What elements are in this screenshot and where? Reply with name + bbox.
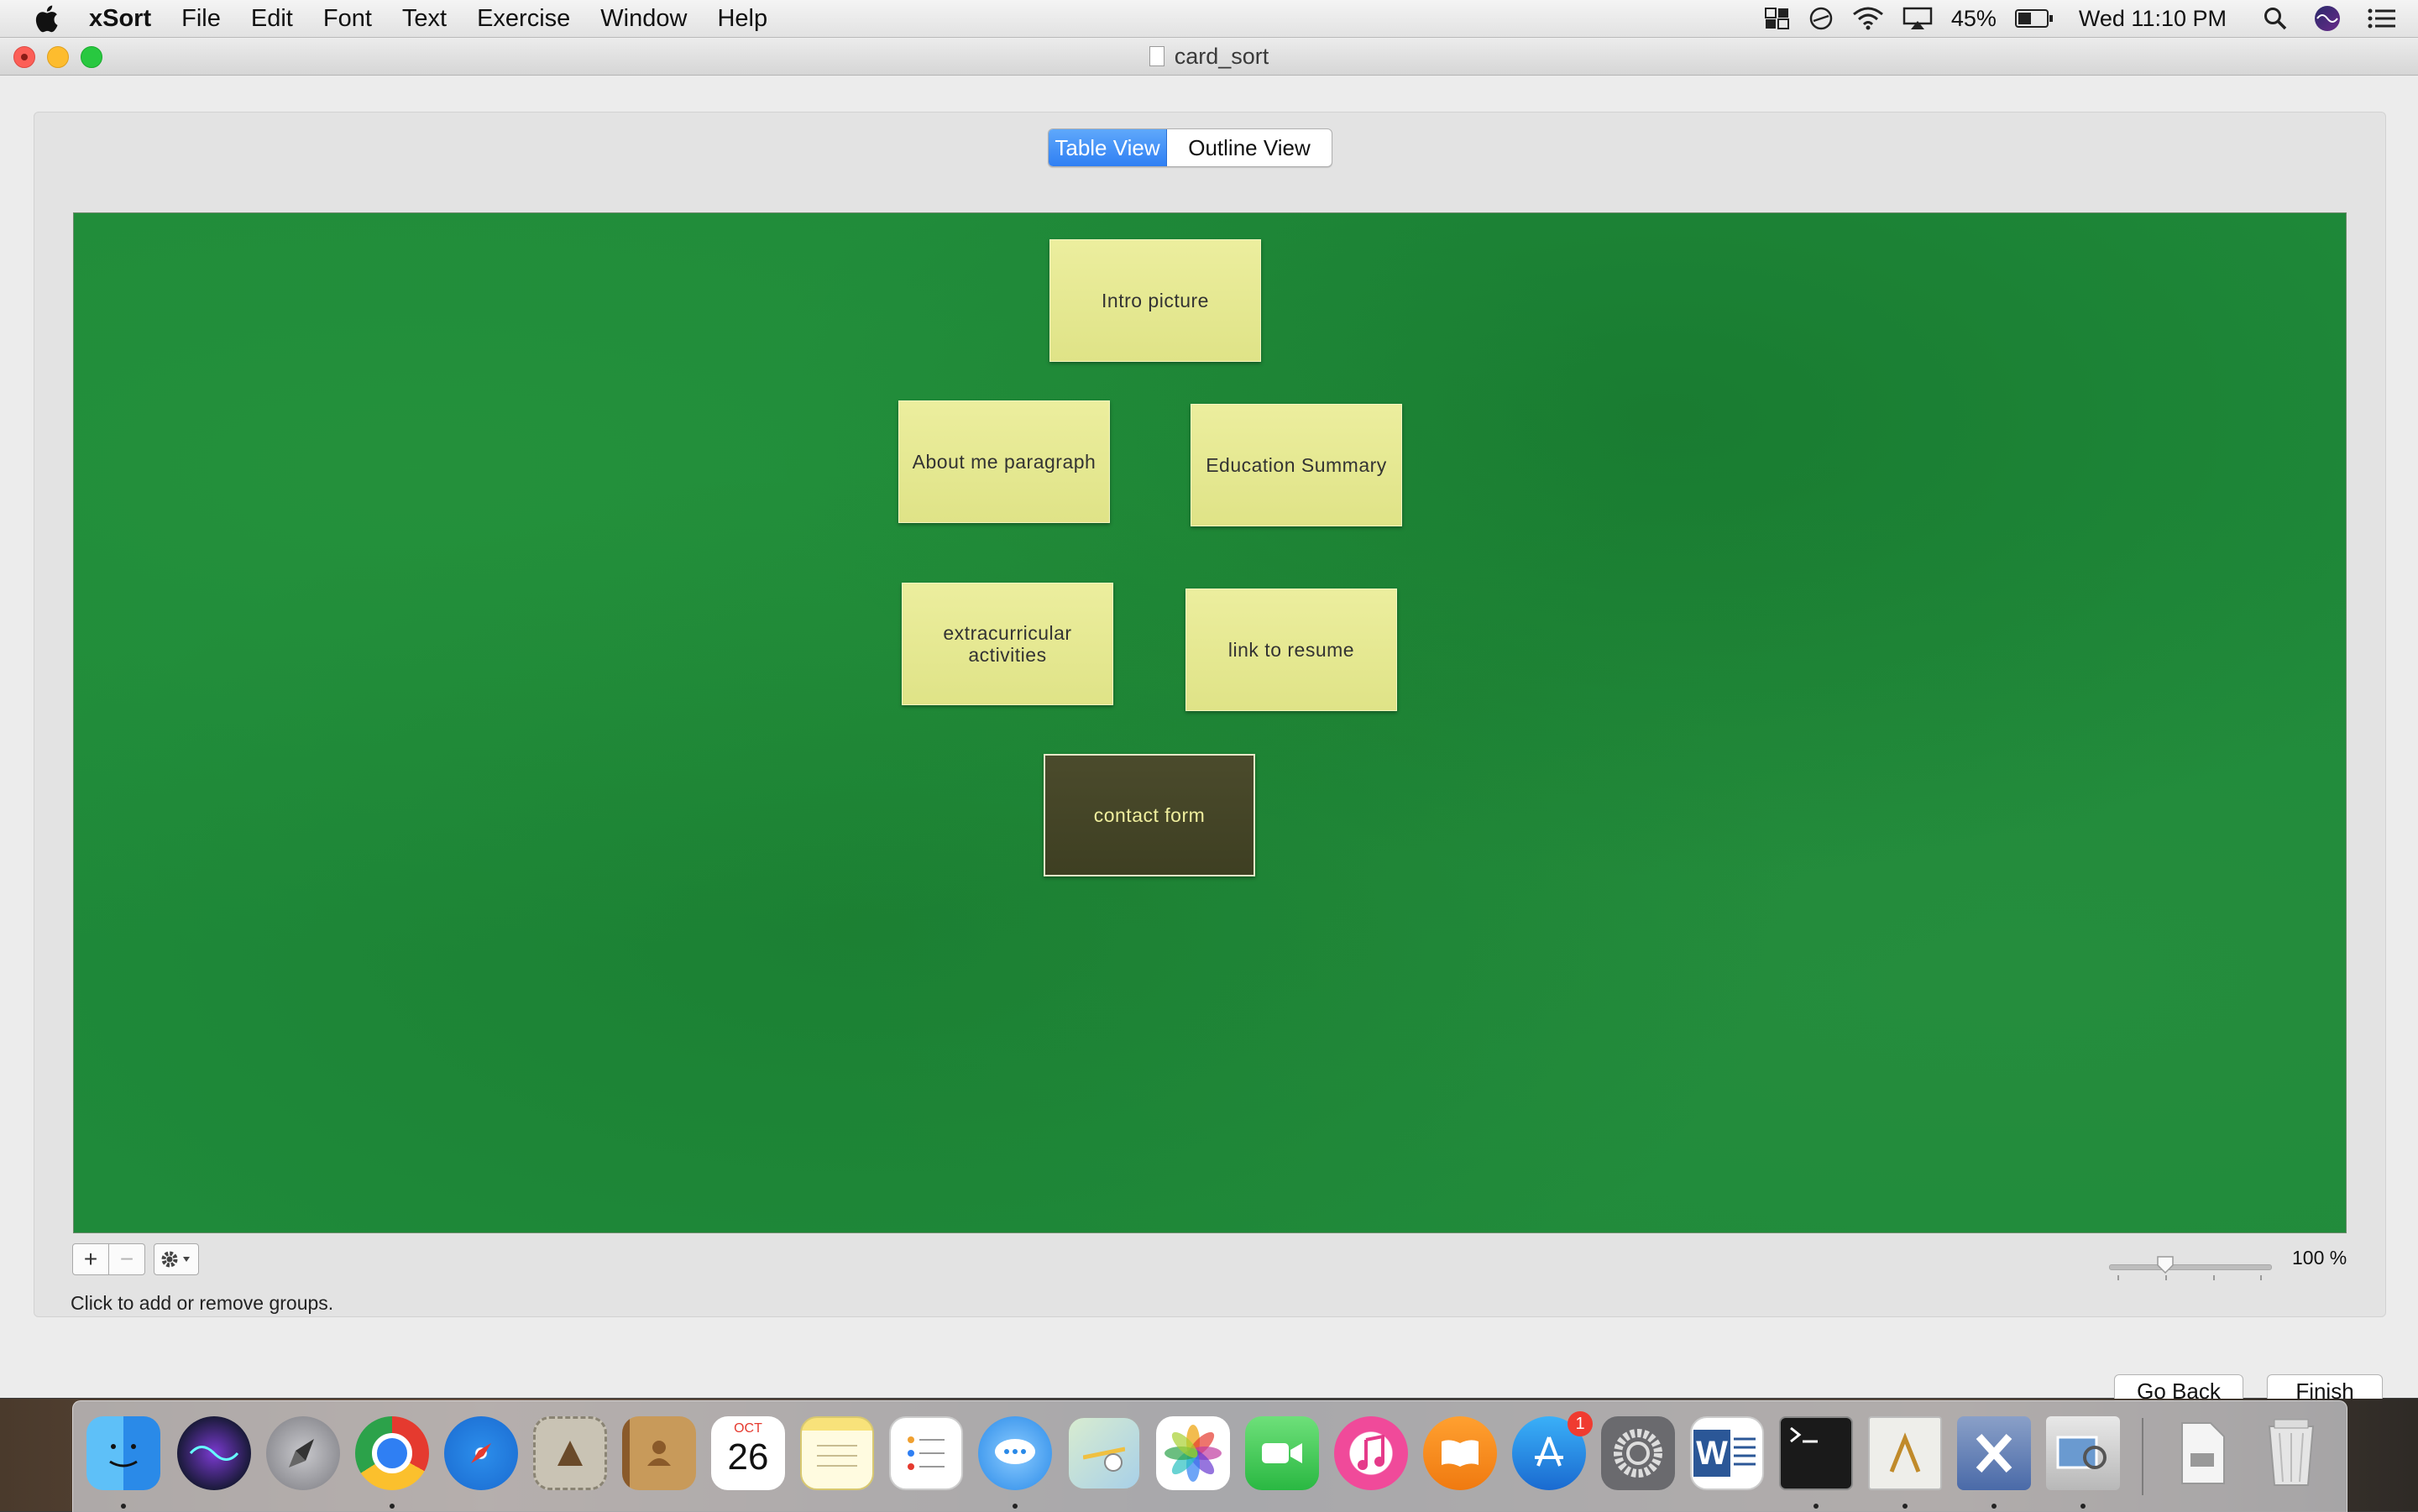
- safari-icon[interactable]: [444, 1416, 518, 1490]
- zoom-slider-knob[interactable]: [2156, 1255, 2175, 1274]
- add-group-button[interactable]: +: [72, 1243, 109, 1275]
- running-indicator: [121, 1504, 126, 1509]
- group-hint-text: Click to add or remove groups.: [71, 1292, 334, 1314]
- menu-bar: xSort File Edit Font Text Exercise Windo…: [0, 0, 2418, 38]
- calendar-day: 26: [727, 1436, 769, 1478]
- card-contact-form[interactable]: contact form: [1044, 754, 1255, 876]
- menu-font[interactable]: Font: [323, 5, 372, 33]
- group-buttons: + −: [72, 1243, 199, 1275]
- view-mode-segmented-control: Table View Outline View: [1048, 128, 1332, 167]
- menu-edit[interactable]: Edit: [251, 5, 293, 33]
- system-preferences-icon[interactable]: [1601, 1416, 1675, 1490]
- itunes-icon[interactable]: [1334, 1416, 1408, 1490]
- calendar-month: OCT: [734, 1421, 762, 1436]
- status-area: 45% Wed 11:10 PM: [1764, 0, 2418, 37]
- notification-center-icon[interactable]: [2368, 0, 2396, 37]
- card-label: About me paragraph: [912, 451, 1096, 473]
- running-indicator: [1991, 1504, 1997, 1509]
- chrome-center: [372, 1433, 412, 1473]
- card-education-summary[interactable]: Education Summary: [1191, 404, 1402, 526]
- document-icon[interactable]: [1149, 46, 1165, 66]
- finder-icon[interactable]: [86, 1416, 160, 1490]
- running-indicator: [1902, 1504, 1908, 1509]
- slider-tick: [2260, 1275, 2262, 1280]
- terminal-icon[interactable]: [1779, 1416, 1853, 1490]
- apple-menu-icon[interactable]: [34, 4, 59, 33]
- xsort-icon[interactable]: [1957, 1416, 2031, 1490]
- trash-icon[interactable]: [2254, 1416, 2328, 1490]
- reminders-icon[interactable]: [889, 1416, 963, 1490]
- zoom-slider[interactable]: [2109, 1255, 2272, 1280]
- siri-icon[interactable]: [2314, 0, 2341, 37]
- running-indicator: [2080, 1504, 2086, 1509]
- slider-tick: [2213, 1275, 2215, 1280]
- card-link-to-resume[interactable]: link to resume: [1185, 589, 1397, 711]
- zoom-percent-label: 100 %: [2292, 1247, 2347, 1269]
- gear-icon: [161, 1251, 190, 1268]
- menu-window[interactable]: Window: [600, 5, 687, 33]
- slider-tick: [2117, 1275, 2119, 1280]
- menu-exercise[interactable]: Exercise: [477, 5, 570, 33]
- menu-app-name[interactable]: xSort: [89, 5, 151, 33]
- airplay-icon[interactable]: [1902, 0, 1933, 37]
- sync-status-icon[interactable]: [1808, 0, 1834, 37]
- slider-tick: [2165, 1275, 2167, 1280]
- mail-stamp-icon[interactable]: [533, 1416, 607, 1490]
- menu-file[interactable]: File: [181, 5, 221, 33]
- clock[interactable]: Wed 11:10 PM: [2079, 6, 2227, 32]
- preview-icon[interactable]: [2046, 1416, 2120, 1490]
- card-label: link to resume: [1227, 639, 1355, 661]
- messages-icon[interactable]: [978, 1416, 1052, 1490]
- downloads-stack-icon[interactable]: [2165, 1416, 2239, 1490]
- running-indicator: [390, 1504, 395, 1509]
- menu-help[interactable]: Help: [717, 5, 767, 33]
- menu-text[interactable]: Text: [402, 5, 447, 33]
- calendar-icon[interactable]: OCT 26: [711, 1416, 785, 1490]
- notes-icon[interactable]: [800, 1416, 874, 1490]
- running-indicator: [1814, 1504, 1819, 1509]
- app-store-badge: 1: [1568, 1411, 1593, 1436]
- wifi-icon[interactable]: [1852, 0, 1884, 37]
- photos-icon[interactable]: [1156, 1416, 1230, 1490]
- word-letter: W: [1693, 1430, 1730, 1477]
- word-icon[interactable]: W: [1690, 1416, 1764, 1490]
- running-indicator: [1013, 1504, 1018, 1509]
- spotlight-search-icon[interactable]: [2264, 0, 2287, 37]
- tab-table-view[interactable]: Table View: [1049, 129, 1167, 166]
- remove-group-button[interactable]: −: [109, 1243, 145, 1275]
- app-store-icon[interactable]: 1: [1512, 1411, 1593, 1490]
- card-extracurricular-activities[interactable]: extracurricular activities: [902, 583, 1113, 705]
- card-label: Intro picture: [1102, 290, 1209, 311]
- card-label: Education Summary: [1206, 454, 1387, 476]
- dock: OCT 26 1 W: [72, 1400, 2347, 1512]
- dock-separator: [2142, 1418, 2143, 1495]
- card-sort-board[interactable]: Intro picture About me paragraph Educati…: [73, 212, 2347, 1233]
- window-title: card_sort: [0, 38, 2418, 75]
- app-window: card_sort Table View Outline View Intro …: [0, 38, 2418, 1408]
- window-title-text: card_sort: [1174, 44, 1269, 69]
- gear-menu-button[interactable]: [154, 1243, 199, 1275]
- chrome-icon[interactable]: [355, 1416, 429, 1490]
- battery-percent: 45%: [1950, 5, 1997, 31]
- instruments-icon[interactable]: [1868, 1416, 1942, 1490]
- maps-icon[interactable]: [1067, 1416, 1141, 1490]
- facetime-icon[interactable]: [1245, 1416, 1319, 1490]
- battery-icon[interactable]: [2014, 0, 2054, 37]
- siri-dock-icon[interactable]: [177, 1416, 251, 1490]
- card-about-me-paragraph[interactable]: About me paragraph: [898, 400, 1110, 523]
- launchpad-icon[interactable]: [266, 1416, 340, 1490]
- mission-control-icon[interactable]: [1764, 0, 1790, 37]
- ibooks-icon[interactable]: [1423, 1416, 1497, 1490]
- tab-outline-view[interactable]: Outline View: [1167, 129, 1332, 166]
- card-intro-picture[interactable]: Intro picture: [1049, 239, 1261, 362]
- card-label: contact form: [1093, 804, 1206, 826]
- zoom-slider-track[interactable]: [2109, 1264, 2272, 1270]
- title-bar[interactable]: card_sort: [0, 38, 2418, 76]
- card-label: extracurricular activities: [943, 622, 1072, 666]
- contacts-icon[interactable]: [622, 1416, 696, 1490]
